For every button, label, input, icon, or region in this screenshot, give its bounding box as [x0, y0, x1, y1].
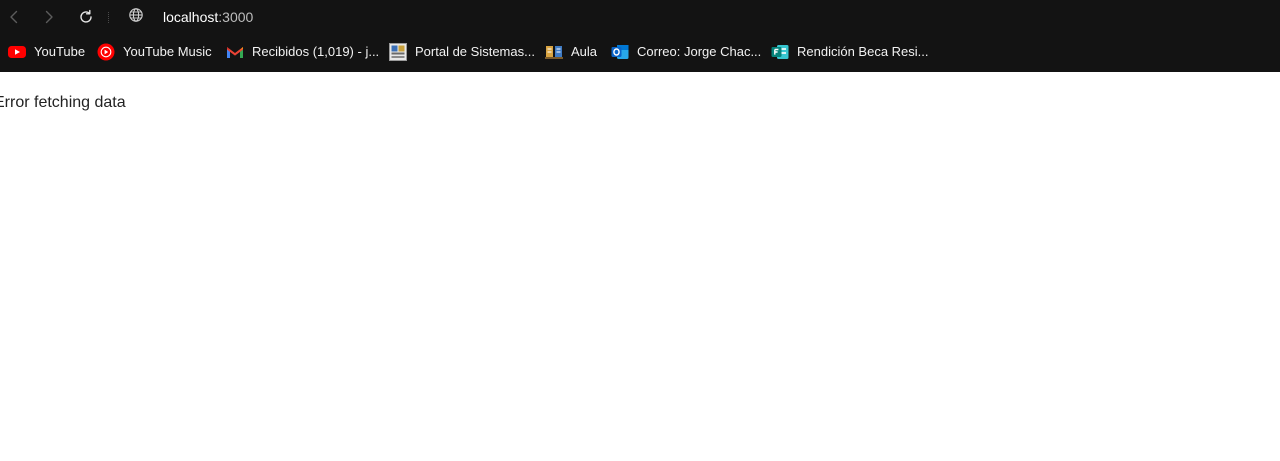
- forward-button[interactable]: [36, 4, 62, 30]
- gmail-icon: [226, 43, 244, 61]
- toolbar-divider: [108, 12, 110, 23]
- globe-icon: [128, 7, 144, 28]
- bookmark-label: YouTube Music: [123, 44, 212, 59]
- youtube-music-icon: [97, 43, 115, 61]
- bookmark-label: Aula: [571, 44, 598, 59]
- bookmark-rendicion-beca[interactable]: Rendición Beca Resi...: [771, 42, 929, 62]
- site-info-button[interactable]: [127, 7, 145, 28]
- youtube-icon: [8, 43, 26, 61]
- bookmark-label: Recibidos (1,019) - j...: [252, 44, 380, 59]
- error-message: Error fetching data: [0, 94, 126, 111]
- back-button[interactable]: [1, 4, 27, 30]
- address-bar[interactable]: localhost:3000: [163, 9, 253, 25]
- address-port: :3000: [218, 9, 254, 25]
- browser-toolbar: localhost:3000: [0, 0, 1280, 34]
- bookmark-label: Rendición Beca Resi...: [797, 44, 929, 59]
- bookmark-portal-sistemas[interactable]: Portal de Sistemas...: [389, 42, 535, 62]
- bookmark-gmail[interactable]: Recibidos (1,019) - j...: [226, 42, 379, 62]
- bookmark-youtube[interactable]: YouTube: [8, 42, 85, 62]
- bookmark-label: YouTube: [34, 44, 86, 59]
- back-arrow-icon: [6, 9, 22, 25]
- address-host: localhost: [163, 9, 219, 25]
- reload-icon: [78, 9, 94, 25]
- browser-chrome: localhost:3000 YouTube YouTube Music Rec…: [0, 0, 1280, 72]
- page-content: Error fetching data: [0, 72, 1280, 461]
- bookmark-label: Correo: Jorge Chac...: [637, 44, 762, 59]
- forward-arrow-icon: [41, 9, 57, 25]
- bookmarks-bar: YouTube YouTube Music Recibidos (1,019) …: [0, 38, 1280, 66]
- aula-icon: [545, 43, 563, 61]
- bookmark-aula[interactable]: Aula: [545, 42, 597, 62]
- outlook-icon: [611, 43, 629, 61]
- forms-icon: [771, 43, 789, 61]
- portal-icon: [389, 43, 407, 61]
- reload-button[interactable]: [73, 4, 99, 30]
- bookmark-youtube-music[interactable]: YouTube Music: [97, 42, 212, 62]
- bookmark-outlook[interactable]: Correo: Jorge Chac...: [611, 42, 761, 62]
- bookmark-label: Portal de Sistemas...: [415, 44, 535, 59]
